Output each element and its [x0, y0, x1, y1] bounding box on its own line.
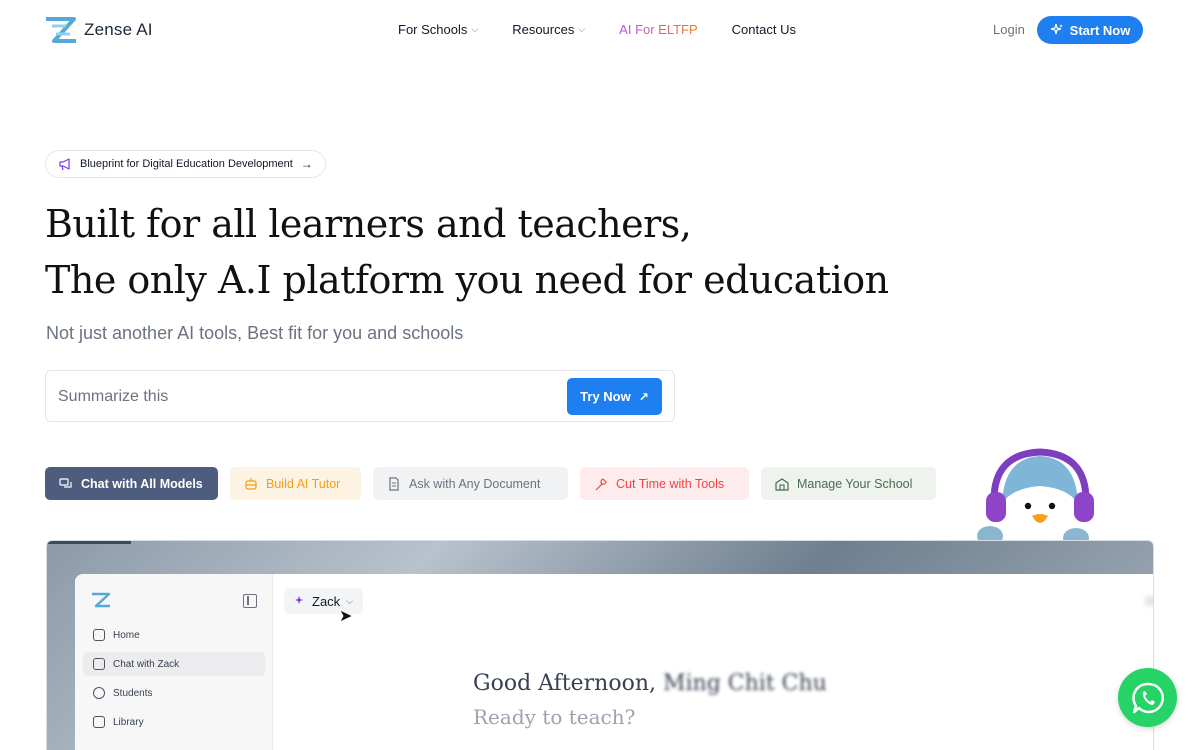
nav-for-schools[interactable]: For Schools ⌵	[398, 22, 478, 37]
nav-for-schools-label: For Schools	[398, 22, 468, 37]
user-menu-blurred	[1145, 596, 1153, 606]
tab-label: Ask with Any Document	[409, 476, 541, 491]
hero-subtitle: Not just another AI tools, Best fit for …	[46, 323, 464, 343]
tab-ask-with-any-document[interactable]: Ask with Any Document	[373, 467, 568, 500]
brand-logo[interactable]: Zense AI	[44, 16, 153, 44]
chevron-down-icon: ⌵	[578, 24, 586, 34]
brand-name: Zense AI	[84, 20, 153, 39]
nav-contact-us-label: Contact Us	[731, 22, 796, 37]
nav-links: For Schools ⌵ Resources ⌵ AI For ELTFP C…	[398, 22, 830, 37]
blueprint-badge-link[interactable]: Blueprint for Digital Education Developm…	[45, 150, 326, 178]
users-icon	[93, 687, 105, 699]
feature-tabs: Chat with All Models Build AI Tutor Ask …	[45, 467, 936, 500]
tab-chat-with-all-models[interactable]: Chat with All Models	[45, 467, 218, 500]
megaphone-icon	[59, 158, 70, 171]
sparkle-icon	[1050, 23, 1063, 35]
sidebar-item-label: Students	[113, 687, 153, 699]
chat-icon	[93, 658, 105, 670]
tab-manage-your-school[interactable]: Manage Your School	[761, 467, 936, 500]
login-link[interactable]: Login	[993, 22, 1025, 37]
start-now-button[interactable]: Start Now	[1037, 16, 1143, 44]
whatsapp-chat-button[interactable]	[1118, 668, 1177, 727]
home-icon	[93, 629, 105, 641]
mouse-cursor-icon: ➤	[339, 608, 353, 625]
chevron-down-icon: ⌵	[346, 595, 353, 606]
app-sidebar: Home Chat with Zack Students Library	[75, 574, 273, 750]
sidebar-item-home[interactable]: Home	[83, 623, 265, 647]
sidebar-item-library[interactable]: Library	[83, 710, 265, 734]
ready-subheading: Ready to teach?	[473, 705, 636, 729]
sidebar-item-students[interactable]: Students	[83, 681, 265, 705]
greeting-prefix: Good Afternoon,	[473, 671, 656, 696]
chat-icon	[59, 477, 72, 488]
try-now-label: Try Now	[580, 389, 631, 404]
headline-line-1: Built for all learners and teachers,	[45, 202, 692, 246]
sidebar-item-label: Home	[113, 629, 140, 641]
sparkle-icon	[295, 596, 303, 604]
wrench-icon	[595, 477, 607, 490]
library-icon	[93, 716, 105, 728]
sidebar-item-chat-with-zack[interactable]: Chat with Zack	[83, 652, 265, 676]
hero-headline: Built for all learners and teachers, The…	[45, 196, 889, 308]
nav-resources-label: Resources	[512, 22, 575, 37]
sidebar-item-label: Chat with Zack	[113, 658, 180, 670]
whatsapp-icon	[1131, 682, 1164, 713]
preview-top-accent	[47, 541, 131, 544]
app-window: Home Chat with Zack Students Library Zac…	[75, 574, 1153, 750]
tab-build-ai-tutor[interactable]: Build AI Tutor	[230, 467, 361, 500]
try-now-button[interactable]: Try Now ↗	[567, 378, 662, 415]
model-name: Zack	[312, 593, 341, 609]
zense-logo-icon	[92, 592, 111, 608]
nav-ai-for-eltfp-label: AI For ELTFP	[619, 22, 698, 37]
prompt-box: Try Now ↗	[45, 370, 675, 422]
greeting-user-name: Ming Chit Chu	[662, 671, 827, 696]
prompt-input[interactable]	[58, 385, 538, 409]
arrow-right-icon: →	[300, 157, 313, 171]
school-icon	[775, 477, 789, 491]
nav-ai-for-eltfp[interactable]: AI For ELTFP	[619, 22, 698, 37]
nav-resources[interactable]: Resources ⌵	[512, 22, 585, 37]
zense-logo-icon	[46, 17, 76, 43]
penguin-mascot-illustration	[977, 448, 1094, 550]
headline-line-2: The only A.I platform you need for educa…	[45, 258, 889, 302]
sidebar-item-label: Library	[113, 716, 144, 728]
start-now-label: Start Now	[1069, 22, 1131, 38]
app-preview-screenshot: Home Chat with Zack Students Library Zac…	[46, 540, 1154, 750]
document-icon	[389, 476, 399, 491]
tab-cut-time-with-tools[interactable]: Cut Time with Tools	[580, 467, 749, 500]
sidebar-collapse-icon[interactable]	[243, 594, 257, 608]
top-navbar: Zense AI For Schools ⌵ Resources ⌵ AI Fo…	[0, 0, 1200, 60]
tab-label: Chat with All Models	[81, 476, 203, 491]
tab-label: Build AI Tutor	[266, 476, 341, 491]
chevron-down-icon: ⌵	[471, 24, 479, 34]
bot-icon	[245, 477, 257, 490]
tab-label: Manage Your School	[797, 476, 913, 491]
greeting-heading: Good Afternoon, Ming Chit Chu	[473, 671, 827, 696]
tab-label: Cut Time with Tools	[616, 476, 725, 491]
badge-text: Blueprint for Digital Education Developm…	[80, 158, 293, 170]
nav-contact-us[interactable]: Contact Us	[732, 22, 796, 37]
arrow-up-right-icon: ↗	[638, 389, 649, 404]
